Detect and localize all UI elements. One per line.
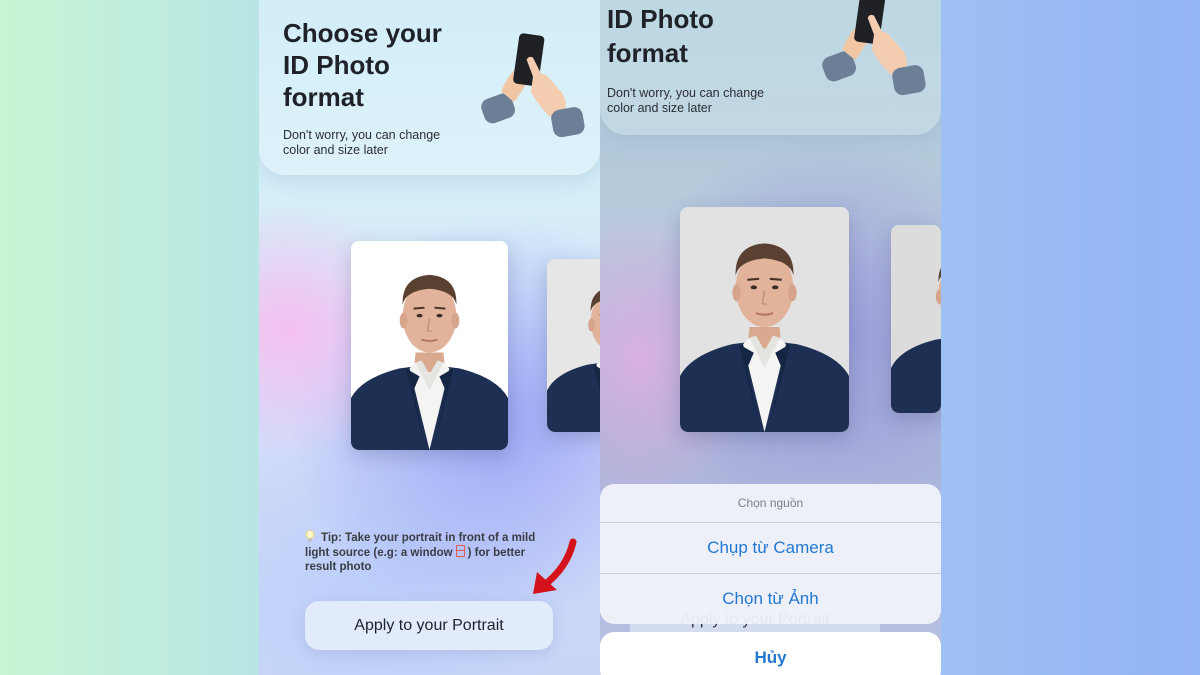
take-from-camera-option[interactable]: Chụp từ Camera xyxy=(600,523,941,573)
tip-line: result photo xyxy=(305,561,372,573)
page-title: Choose your ID Photo format xyxy=(283,17,442,113)
title-line: format xyxy=(283,82,364,112)
subtitle-line: color and size later xyxy=(283,143,388,157)
title-line: ID Photo xyxy=(607,4,714,34)
page-subtitle: Don't worry, you can change color and si… xyxy=(607,86,764,116)
title-line: format xyxy=(607,38,688,68)
photo-format-card[interactable] xyxy=(891,225,941,413)
cancel-button[interactable]: Hủy xyxy=(600,632,941,675)
photo-format-card[interactable] xyxy=(547,259,600,432)
hands-holding-phone-icon xyxy=(812,0,936,97)
title-line: Choose your xyxy=(283,18,442,48)
subtitle-line: Don't worry, you can change xyxy=(607,86,765,100)
title-line: ID Photo xyxy=(283,50,390,80)
page-subtitle: Don't worry, you can change color and si… xyxy=(283,128,440,158)
choose-from-photos-option[interactable]: Chọn từ Ảnh xyxy=(600,573,941,623)
tip-line: ) for better xyxy=(467,547,526,559)
action-sheet-title: Chọn nguồn xyxy=(600,484,941,523)
tip-line: light source (e.g: a window xyxy=(305,547,453,559)
hands-holding-phone-icon xyxy=(471,28,595,139)
subtitle-line: color and size later xyxy=(607,101,712,115)
subtitle-line: Don't worry, you can change xyxy=(283,128,441,142)
red-arrow-icon xyxy=(533,538,577,594)
tip-line: Tip: Take your portrait in front of a mi… xyxy=(321,532,536,544)
lightbulb-icon xyxy=(305,530,315,542)
left-phone-screen: Choose your ID Photo format Don't worry,… xyxy=(259,0,600,675)
photo-format-card[interactable] xyxy=(680,207,849,432)
window-icon xyxy=(455,545,465,557)
source-action-sheet: Chọn nguồn Chụp từ Camera Chọn từ Ảnh xyxy=(600,484,941,624)
photo-format-card[interactable] xyxy=(351,241,508,450)
tip-text: Tip: Take your portrait in front of a mi… xyxy=(305,530,565,574)
right-phone-screen: ID Photo format Don't worry, you can cha… xyxy=(600,0,941,675)
page-title: ID Photo format xyxy=(607,2,714,70)
apply-portrait-button[interactable]: Apply to your Portrait xyxy=(305,601,553,650)
